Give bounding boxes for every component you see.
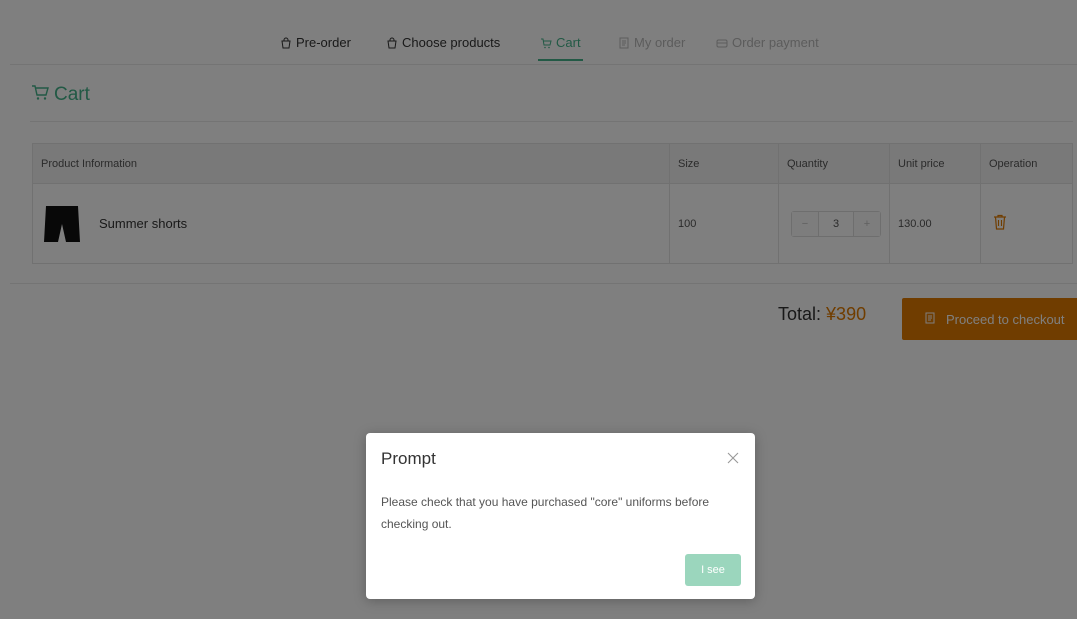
dialog-title: Prompt (381, 449, 436, 468)
close-icon[interactable] (727, 451, 741, 465)
prompt-dialog: Prompt Please check that you have purcha… (366, 433, 755, 599)
i-see-button[interactable]: I see (685, 554, 741, 586)
dialog-message: Please check that you have purchased "co… (381, 495, 710, 531)
